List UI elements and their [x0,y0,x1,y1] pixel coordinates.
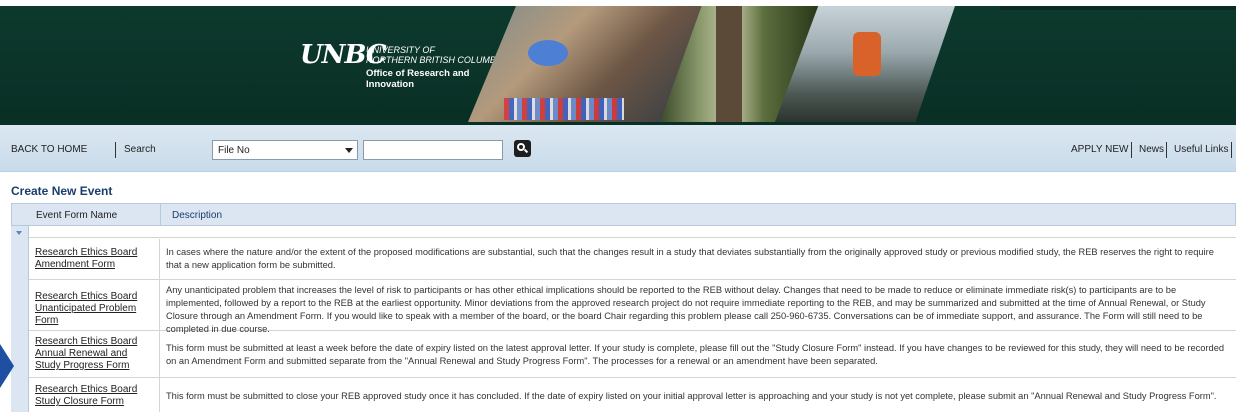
chevron-down-icon [345,148,353,153]
column-header-description[interactable]: Description [172,210,222,221]
expand-triangle-icon[interactable] [16,231,22,235]
nav-separator [1166,142,1167,158]
university-line-2: NORTHERN BRITISH COLUMBIA [366,55,505,65]
search-icon-handle [523,148,529,154]
search-label: Search [124,144,156,155]
table-spacer-row [29,226,1236,238]
top-right-strip [1000,6,1236,10]
column-header-event-form-name[interactable]: Event Form Name [36,210,117,221]
unanticipated-problem-form-description: Any unanticipated problem that increases… [166,285,1206,334]
office-name: Office of Research and Innovation [366,68,469,90]
nav-bar: BACK TO HOME Search File No APPLY NEW Ne… [0,125,1236,172]
apply-new-link[interactable]: APPLY NEW [1071,144,1128,156]
cell-divider [159,378,160,412]
nav-separator [1131,142,1132,158]
office-line-1: Office of Research and [366,68,470,79]
search-field-select[interactable]: File No [212,140,358,160]
cell-divider [159,239,160,279]
study-closure-form-description: This form must be submitted to close you… [166,391,1217,401]
annual-renewal-form-description: This form must be submitted at least a w… [166,343,1225,366]
table-row: Research Ethics Board Study Closure Form… [29,378,1236,412]
unanticipated-problem-form-link[interactable]: Research Ethics Board Unanticipated Prob… [35,291,153,327]
header-divider [160,204,161,226]
nav-separator [115,142,116,158]
useful-links-link[interactable]: Useful Links [1174,144,1228,156]
tree-trunk-shape [716,6,742,122]
amendment-form-link[interactable]: Research Ethics Board Amendment Form [35,247,153,271]
search-input[interactable] [363,140,503,160]
back-to-home-link[interactable]: BACK TO HOME [11,144,87,156]
table-row: Research Ethics Board Annual Renewal and… [29,331,1236,378]
glove-shape [528,40,568,66]
cell-divider [159,331,160,377]
test-tubes-shape [504,98,624,120]
pointer-arrow-icon [0,344,14,388]
annual-renewal-form-link[interactable]: Research Ethics Board Annual Renewal and… [35,336,153,372]
page-title: Create New Event [11,184,113,198]
university-line-1: UNIVERSITY OF [366,45,435,55]
office-line-2: Innovation [366,79,415,90]
search-field-select-value: File No [218,145,250,156]
header-banner: UNBC UNIVERSITY OF NORTHERN BRITISH COLU… [0,0,1236,125]
table-row: Research Ethics Board Amendment Form In … [29,239,1236,280]
search-button[interactable] [514,140,531,157]
table-header: Event Form Name Description [11,203,1236,226]
nav-separator [1231,142,1232,158]
news-link[interactable]: News [1139,144,1164,156]
study-closure-form-link[interactable]: Research Ethics Board Study Closure Form [35,384,153,408]
university-name: UNIVERSITY OF NORTHERN BRITISH COLUMBIA [366,45,504,65]
amendment-form-description: In cases where the nature and/or the ext… [166,247,1214,270]
unbc-logo: UNBC UNIVERSITY OF NORTHERN BRITISH COLU… [300,40,510,100]
cell-divider [159,280,160,330]
table-row: Research Ethics Board Unanticipated Prob… [29,280,1236,334]
person-shape [853,32,881,76]
